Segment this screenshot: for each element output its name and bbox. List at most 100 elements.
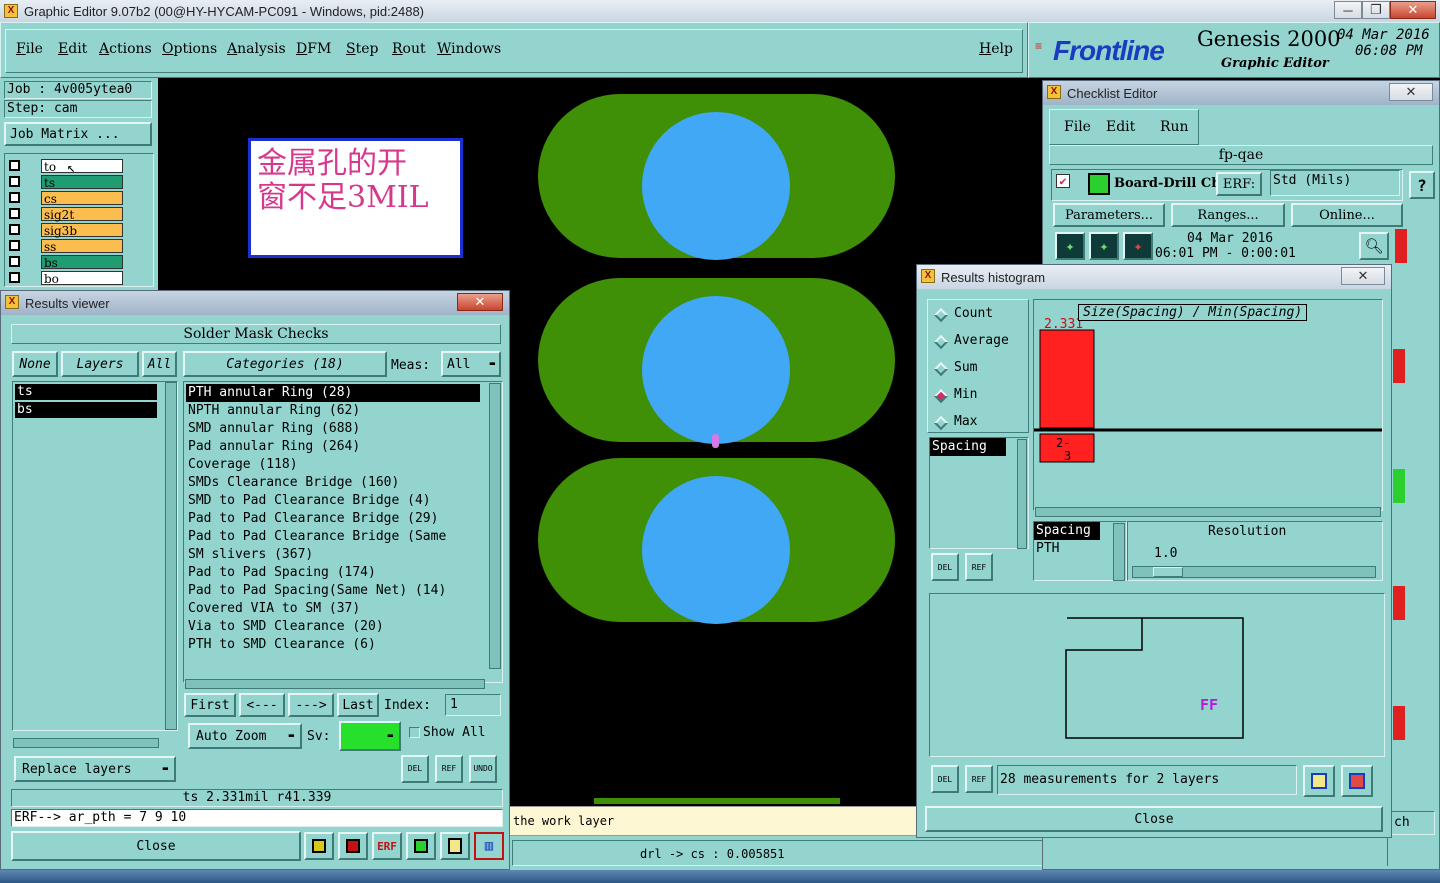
rv-categories-button[interactable]: Categories (18)	[183, 351, 387, 377]
list-item[interactable]: Spacing	[1034, 522, 1100, 540]
histogram-list2-vscroll[interactable]	[1113, 523, 1125, 581]
layer-toggle-checkbox[interactable]	[9, 272, 20, 283]
parameters-button[interactable]: Parameters...	[1053, 203, 1165, 227]
ranges-button[interactable]: Ranges...	[1171, 203, 1285, 227]
rv-histogram-button[interactable]: ▥	[474, 832, 504, 860]
category-item[interactable]: Pad annular Ring (264)	[186, 438, 480, 456]
hist-export-button-2[interactable]	[1341, 765, 1373, 797]
layer-toggle-checkbox[interactable]	[9, 176, 20, 187]
rv-close-button[interactable]: Close	[11, 831, 301, 861]
rv-tool-icon-3[interactable]: ERF	[372, 832, 402, 860]
category-item[interactable]: Pad to Pad Clearance Bridge (29)	[186, 510, 480, 528]
layer-row-ss[interactable]: ss	[5, 238, 151, 254]
menu-rout[interactable]: Rout	[392, 41, 426, 57]
list-item[interactable]: bs	[15, 402, 157, 418]
violation-marker[interactable]	[712, 434, 719, 448]
checklist-close-x[interactable]: ✕	[1389, 83, 1433, 101]
histogram-bar[interactable]	[1039, 329, 1095, 429]
category-item[interactable]: SMDs Clearance Bridge (160)	[186, 474, 480, 492]
checklist-item-row[interactable]: ✔ Board-Drill Che ERF: Std (Mils)	[1051, 169, 1403, 201]
rv-show-all-checkbox[interactable]	[409, 727, 420, 738]
maximize-button[interactable]: ❐	[1362, 1, 1390, 19]
job-matrix-button[interactable]: Job Matrix ...	[4, 122, 152, 146]
category-item[interactable]: SMD to Pad Clearance Bridge (4)	[186, 492, 480, 510]
hist-ref-button-2[interactable]: REF	[965, 765, 993, 793]
checklist-menu-file[interactable]: File	[1064, 119, 1091, 135]
layer-row-bo[interactable]: bo	[5, 270, 151, 286]
checklist-menu-edit[interactable]: Edit	[1106, 119, 1135, 135]
rv-undo-button[interactable]: UNDO	[469, 755, 497, 783]
menu-file[interactable]: File	[16, 41, 43, 57]
histogram-preview[interactable]: FF	[929, 593, 1385, 757]
layer-toggle-checkbox[interactable]	[9, 224, 20, 235]
checklist-menu-run[interactable]: Run	[1160, 119, 1189, 135]
rv-layer-hscroll[interactable]	[13, 738, 159, 748]
rv-tool-icon-2[interactable]	[338, 832, 368, 860]
menu-edit[interactable]: Edit	[58, 41, 87, 57]
menu-step[interactable]: Step	[346, 41, 378, 57]
menu-actions[interactable]: Actions	[99, 41, 152, 57]
radio-max[interactable]	[933, 415, 949, 431]
rv-layers-button[interactable]: Layers	[61, 351, 139, 377]
rv-cat-vscroll[interactable]	[489, 383, 501, 669]
radio-count[interactable]	[933, 307, 949, 323]
histogram-chart-hscroll[interactable]	[1035, 507, 1381, 517]
radio-min[interactable]	[933, 388, 949, 404]
layer-toggle-checkbox[interactable]	[9, 208, 20, 219]
layer-row-sig2t[interactable]: sig2t	[5, 206, 151, 222]
layer-row-sig3b[interactable]: sig3b	[5, 222, 151, 238]
rv-tool-icon-5[interactable]	[440, 832, 470, 860]
rv-replace-layers-select[interactable]: Replace layers ▬	[14, 756, 176, 782]
layer-row-cs[interactable]: cs	[5, 190, 151, 206]
rv-index-input[interactable]: 1	[445, 694, 501, 716]
list-item[interactable]: Spacing	[930, 438, 1006, 456]
hist-ref-button[interactable]: REF	[965, 553, 993, 581]
resolution-slider[interactable]	[1132, 566, 1376, 578]
checklist-help-button[interactable]: ?	[1409, 171, 1435, 199]
online-button[interactable]: Online...	[1291, 203, 1403, 227]
rv-sv-color-select[interactable]: ▬	[339, 721, 401, 751]
radio-average[interactable]	[933, 334, 949, 350]
drill-hole-1[interactable]	[642, 112, 790, 260]
menu-dfm[interactable]: DFM	[296, 41, 331, 57]
histogram-list-vscroll[interactable]	[1017, 439, 1027, 549]
drill-hole-3[interactable]	[642, 476, 790, 624]
histogram-close-button[interactable]: Close	[925, 806, 1383, 832]
hist-del-button[interactable]: DEL	[931, 553, 959, 581]
category-item[interactable]: SMD annular Ring (688)	[186, 420, 480, 438]
histogram-list[interactable]: Spacing	[929, 437, 1029, 549]
rv-tool-icon-4[interactable]	[406, 832, 436, 860]
rv-all-button[interactable]: All	[142, 351, 177, 377]
rv-first-button[interactable]: First	[184, 693, 236, 717]
menu-help[interactable]: Help	[979, 41, 1013, 57]
rv-tool-icon-1[interactable]	[304, 832, 334, 860]
rv-meas-select[interactable]: All ▬	[441, 351, 501, 377]
list-item[interactable]: ts	[15, 384, 157, 400]
category-item[interactable]: Coverage (118)	[186, 456, 480, 474]
minimize-button[interactable]: ─	[1334, 1, 1362, 19]
category-item[interactable]: Pad to Pad Spacing(Same Net) (14)	[186, 582, 480, 600]
rv-next-button[interactable]: --->	[288, 693, 334, 717]
rv-cat-hscroll[interactable]	[185, 679, 485, 689]
hist-export-button-1[interactable]	[1303, 765, 1335, 797]
category-item[interactable]: PTH to SMD Clearance (6)	[186, 636, 480, 654]
hist-del-button-2[interactable]: DEL	[931, 765, 959, 793]
category-item[interactable]: Pad to Pad Clearance Bridge (Same	[186, 528, 480, 546]
layer-toggle-checkbox[interactable]	[9, 160, 20, 171]
category-item[interactable]: PTH annular Ring (28)	[186, 384, 480, 402]
category-item[interactable]: NPTH annular Ring (62)	[186, 402, 480, 420]
histogram-close-x[interactable]: ✕	[1341, 267, 1385, 285]
rv-categories-list[interactable]: PTH annular Ring (28) NPTH annular Ring (…	[183, 381, 503, 683]
layer-toggle-checkbox[interactable]	[9, 192, 20, 203]
layer-toggle-checkbox[interactable]	[9, 240, 20, 251]
rv-last-button[interactable]: Last	[337, 693, 379, 717]
run-icon-3[interactable]: ✦	[1123, 232, 1153, 260]
rv-del-button[interactable]: DEL	[401, 755, 429, 783]
rv-layer-vscroll[interactable]	[165, 382, 177, 730]
rv-none-button[interactable]: None	[12, 351, 58, 377]
run-icon-1[interactable]: ✦	[1055, 232, 1085, 260]
category-item[interactable]: Pad to Pad Spacing (174)	[186, 564, 480, 582]
layer-toggle-checkbox[interactable]	[9, 256, 20, 267]
category-item[interactable]: SM slivers (367)	[186, 546, 480, 564]
category-item[interactable]: Via to SMD Clearance (20)	[186, 618, 480, 636]
